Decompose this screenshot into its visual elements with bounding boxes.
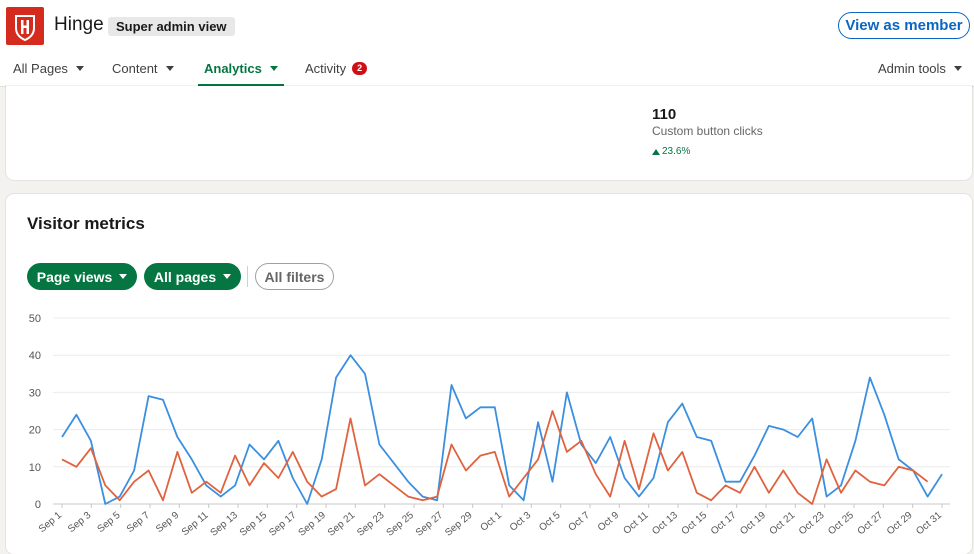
x-tick-label: Oct 19	[738, 510, 768, 538]
x-tick-label: Oct 5	[537, 510, 563, 534]
x-tick-label: Oct 27	[856, 510, 886, 538]
x-tick-label: Oct 1	[479, 510, 505, 534]
visitor-metrics-chart: 01020304050Sep 1 Sep 3 Sep 5 Sep 7 Sep 9Sep …	[29, 313, 950, 539]
x-tick-label: Sep 17	[267, 510, 299, 539]
y-tick-label: 0	[35, 499, 41, 511]
x-tick-label: Sep 21	[326, 510, 358, 539]
x-tick-label: Sep 9	[154, 510, 181, 536]
x-tick-label: Sep 15	[238, 510, 270, 539]
x-tick-label: Sep 19	[297, 510, 329, 539]
x-tick-label: Oct 3	[508, 510, 534, 534]
x-tick-label: Oct 31	[914, 510, 944, 538]
x-tick-label: Sep 27	[414, 510, 446, 539]
x-tick-label: Oct 7	[567, 510, 593, 534]
x-tick-label: Oct 9	[596, 510, 622, 534]
x-tick-label: Sep 11	[180, 510, 211, 539]
y-tick-label: 20	[29, 425, 41, 437]
x-tick-label: Sep 7	[125, 510, 152, 536]
y-tick-label: 40	[29, 350, 41, 362]
x-tick-label: Sep 1	[37, 510, 64, 536]
x-tick-label: Oct 23	[797, 510, 827, 538]
x-tick-label: Oct 15	[680, 510, 710, 538]
y-tick-label: 50	[29, 313, 41, 325]
x-tick-label: Oct 13	[650, 510, 680, 538]
x-tick-label: Sep 23	[355, 510, 387, 539]
series-line-2	[61, 410, 929, 505]
x-tick-label: Sep 29	[443, 510, 475, 539]
x-tick-label: Oct 11	[622, 510, 651, 537]
x-tick-label: Oct 25	[826, 510, 856, 538]
x-tick-label: Oct 17	[709, 510, 739, 538]
x-tick-label: Sep 5	[95, 510, 122, 536]
x-tick-label: Sep 25	[385, 510, 417, 539]
x-tick-label: Sep 3	[66, 510, 93, 536]
x-tick-label: Oct 29	[885, 510, 915, 538]
x-tick-label: Sep 13	[209, 510, 241, 539]
y-tick-label: 30	[29, 387, 41, 399]
y-tick-label: 10	[29, 462, 41, 474]
x-tick-label: Oct 21	[768, 510, 798, 538]
